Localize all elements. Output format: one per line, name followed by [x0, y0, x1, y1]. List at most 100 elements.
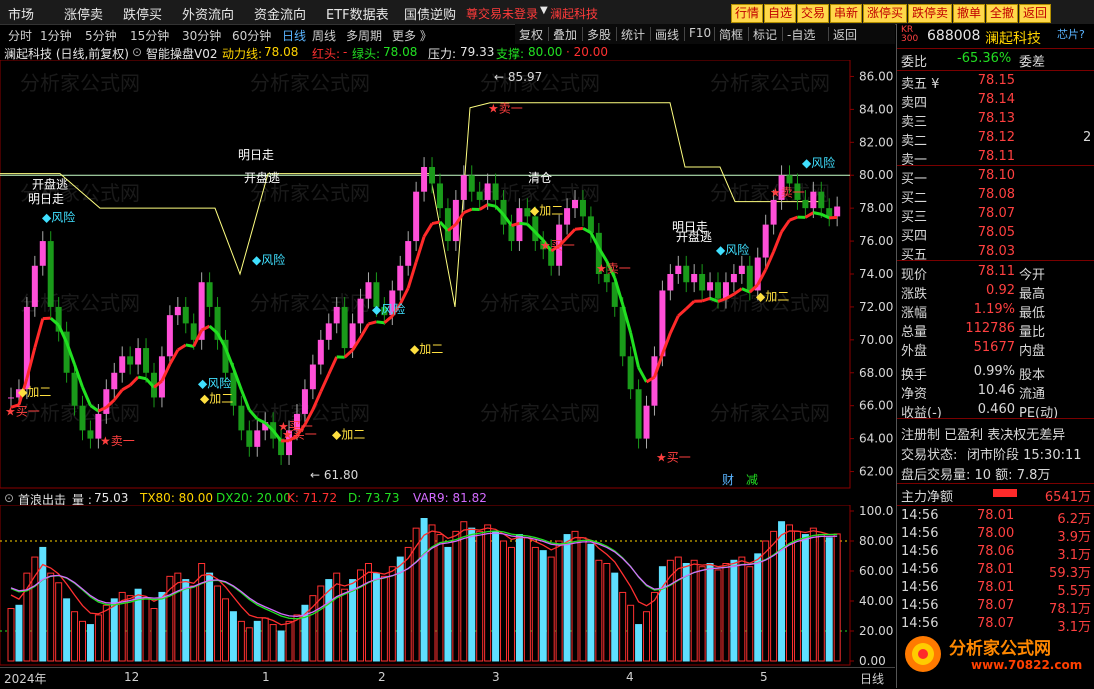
candle-body [119, 356, 125, 372]
menu-fund-flow[interactable]: 资金流向 [254, 4, 306, 23]
period-multi[interactable]: 多周期 [346, 27, 382, 44]
tag-finance: 财 [722, 473, 734, 487]
weibi-row: 委比 -65.36% 委差 [897, 51, 1094, 69]
tool-return[interactable]: 返回 [833, 26, 857, 43]
osc-bar [326, 580, 332, 661]
osc-tick-label: 40.00 [859, 594, 893, 608]
period-tag[interactable]: 日线 [860, 670, 884, 687]
tick-row: 14:5678.015.5万 [897, 580, 1094, 598]
power-line-seg [488, 205, 496, 207]
oscillator-chart[interactable]: 100.080.0060.0040.0020.000.00 [0, 505, 895, 667]
osc-bar [659, 567, 665, 661]
period-30min[interactable]: 30分钟 [182, 27, 221, 44]
tool-mark[interactable]: 标记 [753, 26, 777, 43]
osc-bar [254, 621, 260, 661]
candle-body [747, 266, 753, 291]
osc-bar [818, 535, 824, 661]
period-intraday[interactable]: 分时 [8, 27, 32, 44]
red-value: - [343, 45, 347, 59]
tool-stats[interactable]: 统计 [621, 26, 645, 43]
candle-body [437, 183, 443, 208]
btn-trade[interactable]: 交易 [797, 4, 829, 23]
menu-foreign-flow[interactable]: 外资流向 [182, 4, 234, 23]
candle-body [358, 299, 364, 324]
period-more[interactable]: 更多 》 [392, 27, 432, 44]
top-menu-bar: 市场 涨停卖 跌停买 外资流向 资金流向 ETF数据表 国债逆购 尊交易未登录 … [0, 0, 1094, 25]
osc-bar [95, 615, 101, 661]
tx80-value: TX80: 80.00 [140, 491, 213, 505]
price-tick-label: 86.00 [859, 69, 893, 83]
ask-row: 卖三78.13 [897, 111, 1094, 129]
tool-multi-stock[interactable]: 多股 [587, 26, 611, 43]
osc-bar [644, 612, 650, 661]
btn-cancel-order[interactable]: 撤单 [953, 4, 985, 23]
signal-label: ◆加二 [18, 385, 51, 399]
power-line-seg [575, 228, 583, 229]
candle-body [810, 192, 816, 208]
menu-reverse-repo[interactable]: 国债逆购 [404, 4, 456, 23]
candle-body [342, 307, 348, 348]
period-60min[interactable]: 60分钟 [232, 27, 271, 44]
osc-bar [87, 625, 93, 661]
period-15min[interactable]: 15分钟 [130, 27, 169, 44]
price-tick-label: 84.00 [859, 102, 893, 116]
watermark: 分析家公式网 [480, 401, 600, 425]
watermark: 分析家公式网 [20, 291, 140, 315]
candle-body [397, 266, 403, 291]
btn-limit-up-buy[interactable]: 涨停买 [863, 4, 907, 23]
osc-bar [596, 560, 602, 661]
candle-body [787, 175, 793, 183]
menu-market[interactable]: 市场 [8, 4, 34, 23]
osc-bar [381, 576, 387, 661]
tool-self-select[interactable]: -自选 [787, 26, 815, 43]
btn-back[interactable]: 返回 [1019, 4, 1051, 23]
period-daily[interactable]: 日线 [282, 27, 306, 44]
dropdown-arrow-icon[interactable]: ▼ [540, 5, 548, 16]
menu-etf-table[interactable]: ETF数据表 [326, 4, 389, 23]
signal-label: ★买一 [5, 405, 40, 419]
btn-quote[interactable]: 行情 [731, 4, 763, 23]
osc-bar [588, 544, 594, 661]
power-line-seg [368, 322, 376, 324]
tool-adjust[interactable]: 复权 [519, 26, 543, 43]
btn-limit-down-sell[interactable]: 跌停卖 [908, 4, 952, 23]
tool-simple-box[interactable]: 简框 [719, 26, 743, 43]
osc-bar [437, 535, 443, 661]
sector-tag[interactable]: 芯片? [1057, 26, 1085, 42]
extra-value: · 20.00 [566, 45, 608, 59]
menu-limit-down-buy[interactable]: 跌停买 [123, 4, 162, 23]
btn-watchlist[interactable]: 自选 [764, 4, 796, 23]
candle-body [802, 200, 808, 208]
osc-bar [755, 554, 761, 661]
price-chart[interactable]: 86.0084.0082.0080.0078.0076.0074.0072.00… [0, 60, 895, 490]
tool-f10[interactable]: F10 [689, 26, 711, 40]
login-warning[interactable]: 尊交易未登录 [466, 5, 538, 22]
tool-overlay[interactable]: 叠加 [553, 26, 577, 43]
osc-bar [72, 612, 78, 661]
bid-row: 买二78.08 [897, 187, 1094, 205]
signal-label: 清仓 [528, 171, 552, 185]
stock-tab[interactable]: 澜起科技 [550, 5, 598, 22]
watermark: 分析家公式网 [480, 291, 600, 315]
osc-bar [230, 612, 236, 661]
menu-limit-up-sell[interactable]: 涨停卖 [64, 4, 103, 23]
period-5min[interactable]: 5分钟 [85, 27, 117, 44]
price-tick-label: 66.00 [859, 399, 893, 413]
tool-draw[interactable]: 画线 [655, 26, 679, 43]
signal-label: 开盘逃 [676, 229, 712, 244]
candle-body [707, 282, 713, 290]
chart-toolbar: 复权 叠加 多股 统计 画线 F10 简框 标记 -自选 返回 [515, 24, 895, 44]
btn-cancel-all[interactable]: 全撤 [986, 4, 1018, 23]
sub-toggle-icon[interactable]: ⊙ [4, 491, 14, 505]
period-weekly[interactable]: 周线 [312, 27, 336, 44]
candle-body [731, 274, 737, 282]
osc-tick-label: 60.00 [859, 564, 893, 578]
indicator-toggle-icon[interactable]: ⊙ [132, 45, 142, 59]
btn-new-issue[interactable]: 串新 [830, 4, 862, 23]
period-1min[interactable]: 1分钟 [40, 27, 72, 44]
watermark: 分析家公式网 [250, 71, 370, 95]
date-label-dec: 12 [124, 670, 139, 684]
high-price-label: ← 85.97 [494, 70, 542, 84]
candle-body [135, 348, 141, 364]
signal-label: ★卖一 [488, 102, 523, 116]
